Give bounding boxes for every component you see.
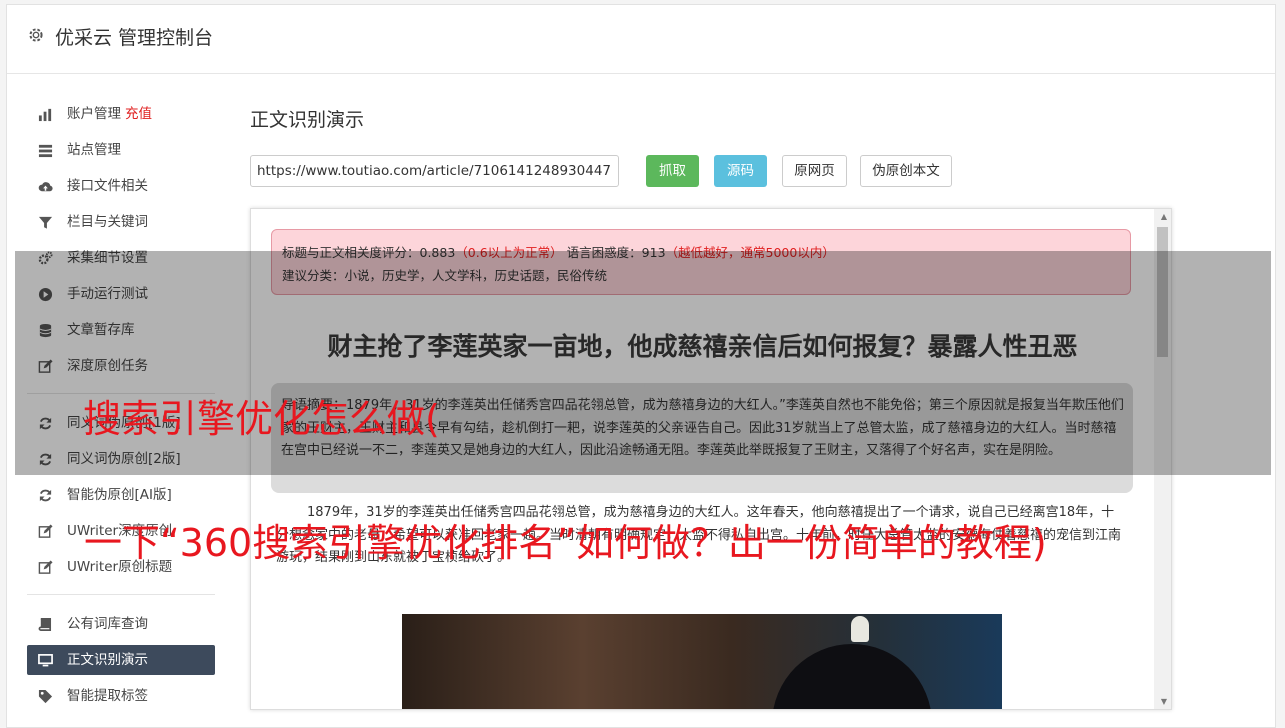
sidebar-item-sites[interactable]: 站点管理 (27, 135, 215, 165)
cloud-upload-icon (38, 182, 53, 192)
page-title: 正文识别演示 (250, 109, 365, 131)
sidebar-divider (27, 594, 215, 595)
sidebar-item-label: 智能伪原创[AI版] (67, 487, 172, 503)
monitor-icon (38, 654, 53, 667)
sidebar-item-account[interactable]: 账户管理 充值 (27, 99, 215, 129)
sidebar-item-label: 栏目与关键词 (67, 214, 148, 230)
sidebar-item-columns-keywords[interactable]: 栏目与关键词 (27, 207, 215, 237)
sidebar-item-smart-tags[interactable]: 智能提取标签 (27, 681, 215, 711)
overlay-headline-line2: 一下“360搜索引擎优化排名”如何做？出一份简单的教程) (84, 521, 1047, 565)
sidebar-item-ai-rewrite[interactable]: 智能伪原创[AI版] (27, 480, 215, 510)
grab-button[interactable]: 抓取 (646, 155, 699, 187)
gear-icon[interactable] (27, 26, 45, 44)
edit-icon (38, 560, 53, 574)
edit-icon (38, 524, 53, 538)
source-button[interactable]: 源码 (714, 155, 767, 187)
sidebar-item-label: 站点管理 (67, 142, 121, 158)
sidebar-item-public-lexicon[interactable]: 公有词库查询 (27, 609, 215, 639)
sidebar-item-interface-files[interactable]: 接口文件相关 (27, 171, 215, 201)
app-title: 优采云 管理控制台 (55, 27, 214, 49)
pseudo-original-button[interactable]: 伪原创本文 (860, 155, 952, 187)
overlay-headline-line1: 搜索引擎优化怎么做( (83, 397, 440, 441)
sidebar-item-text-recognition[interactable]: 正文识别演示 (27, 645, 215, 675)
sidebar-item-label: 公有词库查询 (67, 616, 148, 632)
url-input[interactable]: https://www.toutiao.com/article/71061412… (250, 155, 619, 187)
scroll-up-icon[interactable]: ▲ (1161, 212, 1167, 221)
hat-knob-shape (851, 616, 869, 642)
top-bar: 优采云 管理控制台 (7, 5, 1275, 74)
sidebar-item-label: 账户管理 充值 (67, 106, 152, 122)
qing-hat-shape (772, 644, 932, 709)
tag-icon (38, 689, 53, 704)
article-image (402, 614, 1002, 709)
bar-chart-icon (38, 108, 52, 122)
book-icon (38, 618, 52, 631)
recharge-tag[interactable]: 充值 (125, 106, 152, 122)
original-page-button[interactable]: 原网页 (782, 155, 847, 187)
scroll-down-icon[interactable]: ▼ (1161, 697, 1167, 706)
server-icon (38, 144, 53, 158)
sidebar-item-label: 正文识别演示 (67, 652, 148, 668)
refresh-icon (39, 489, 52, 502)
sidebar-item-label: 接口文件相关 (67, 178, 148, 194)
sidebar-item-label: 智能提取标签 (67, 688, 148, 704)
filter-icon (38, 216, 53, 229)
